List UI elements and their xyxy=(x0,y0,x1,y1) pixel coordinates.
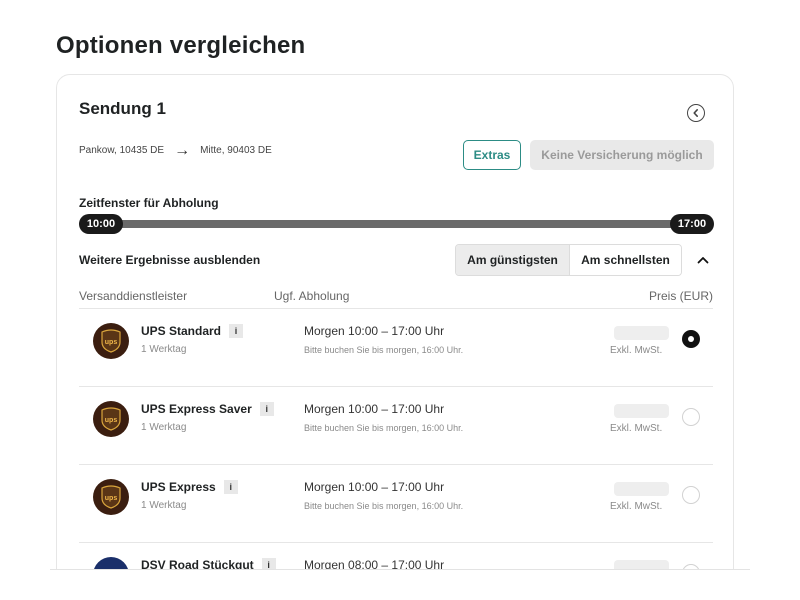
hide-results-link[interactable]: Weitere Ergebnisse ausblenden xyxy=(79,253,260,267)
chevron-left-circle-icon xyxy=(693,109,698,117)
pickup-window-label: Zeitfenster für Abholung xyxy=(79,196,219,210)
pickup-window-slider-track[interactable] xyxy=(87,220,707,228)
vat-label: Exkl. MwSt. xyxy=(610,345,663,356)
pickup-time: Morgen 10:00 – 17:00 Uhr xyxy=(304,480,445,494)
svg-text:ups: ups xyxy=(105,339,118,346)
route: Pankow, 10435 DE → Mitte, 90403 DE xyxy=(79,141,272,159)
sort-toggle: Am günstigsten Am schnellsten xyxy=(455,244,682,276)
column-header-price: Preis (EUR) xyxy=(648,289,713,303)
column-header-pickup: Ugf. Abholung xyxy=(274,289,350,303)
column-header-carrier: Versanddienstleister xyxy=(79,289,188,303)
collapse-button[interactable] xyxy=(687,104,705,122)
offer-row[interactable]: ups UPS Express i 1 Werktag Morgen 10:00… xyxy=(79,465,713,543)
info-icon[interactable]: i xyxy=(223,480,238,494)
scroll-fade xyxy=(40,570,760,600)
svg-text:ups: ups xyxy=(105,417,118,424)
booking-note: Bitte buchen Sie bis morgen, 16:00 Uhr. xyxy=(304,501,464,511)
info-icon[interactable]: i xyxy=(229,324,244,338)
arrow-right-icon: → xyxy=(174,141,191,159)
transit-time: 1 Werktag xyxy=(141,500,187,511)
sort-cheapest-button[interactable]: Am günstigsten xyxy=(456,245,570,275)
select-offer-radio[interactable] xyxy=(682,408,700,426)
booking-note: Bitte buchen Sie bis morgen, 16:00 Uhr. xyxy=(304,345,464,355)
shipment-card: Sendung 1 Pankow, 10435 DE → Mitte, 9040… xyxy=(56,74,734,594)
sort-fastest-button[interactable]: Am schnellsten xyxy=(569,245,681,275)
vat-label: Exkl. MwSt. xyxy=(610,423,663,434)
carrier-name: UPS Express Saver xyxy=(141,402,252,416)
divider xyxy=(50,569,750,570)
transit-time: 1 Werktag xyxy=(141,422,187,433)
carrier-name: UPS Express xyxy=(141,480,216,494)
svg-text:ups: ups xyxy=(105,495,118,502)
select-offer-radio[interactable] xyxy=(682,486,700,504)
page-title: Optionen vergleichen xyxy=(56,32,306,59)
pickup-time: Morgen 10:00 – 17:00 Uhr xyxy=(304,402,445,416)
ups-logo: ups xyxy=(93,479,129,515)
chevron-up-icon[interactable] xyxy=(697,253,709,267)
extras-button[interactable]: Extras xyxy=(463,140,521,170)
offer-row[interactable]: ups UPS Express Saver i 1 Werktag Morgen… xyxy=(79,387,713,465)
pickup-time: Morgen 10:00 – 17:00 Uhr xyxy=(304,324,445,338)
price-placeholder xyxy=(614,404,669,418)
origin-address: Pankow, 10435 DE xyxy=(79,145,165,156)
ups-logo: ups xyxy=(93,323,129,359)
carrier-name: UPS Standard xyxy=(141,324,222,338)
price-placeholder xyxy=(614,482,669,496)
transit-time: 1 Werktag xyxy=(141,344,187,355)
pickup-window-end-handle[interactable]: 17:00 xyxy=(670,214,714,234)
insurance-button: Keine Versicherung möglich xyxy=(530,140,714,170)
shipment-title: Sendung 1 xyxy=(79,99,166,118)
vat-label: Exkl. MwSt. xyxy=(610,501,663,512)
info-icon[interactable]: i xyxy=(259,402,274,416)
ups-logo: ups xyxy=(93,401,129,437)
offer-row[interactable]: ups UPS Standard i 1 Werktag Morgen 10:0… xyxy=(79,309,713,387)
booking-note: Bitte buchen Sie bis morgen, 16:00 Uhr. xyxy=(304,423,464,433)
price-placeholder xyxy=(614,326,669,340)
pickup-window-start-handle[interactable]: 10:00 xyxy=(79,214,123,234)
destination-address: Mitte, 90403 DE xyxy=(200,145,272,156)
select-offer-radio[interactable] xyxy=(682,330,700,348)
